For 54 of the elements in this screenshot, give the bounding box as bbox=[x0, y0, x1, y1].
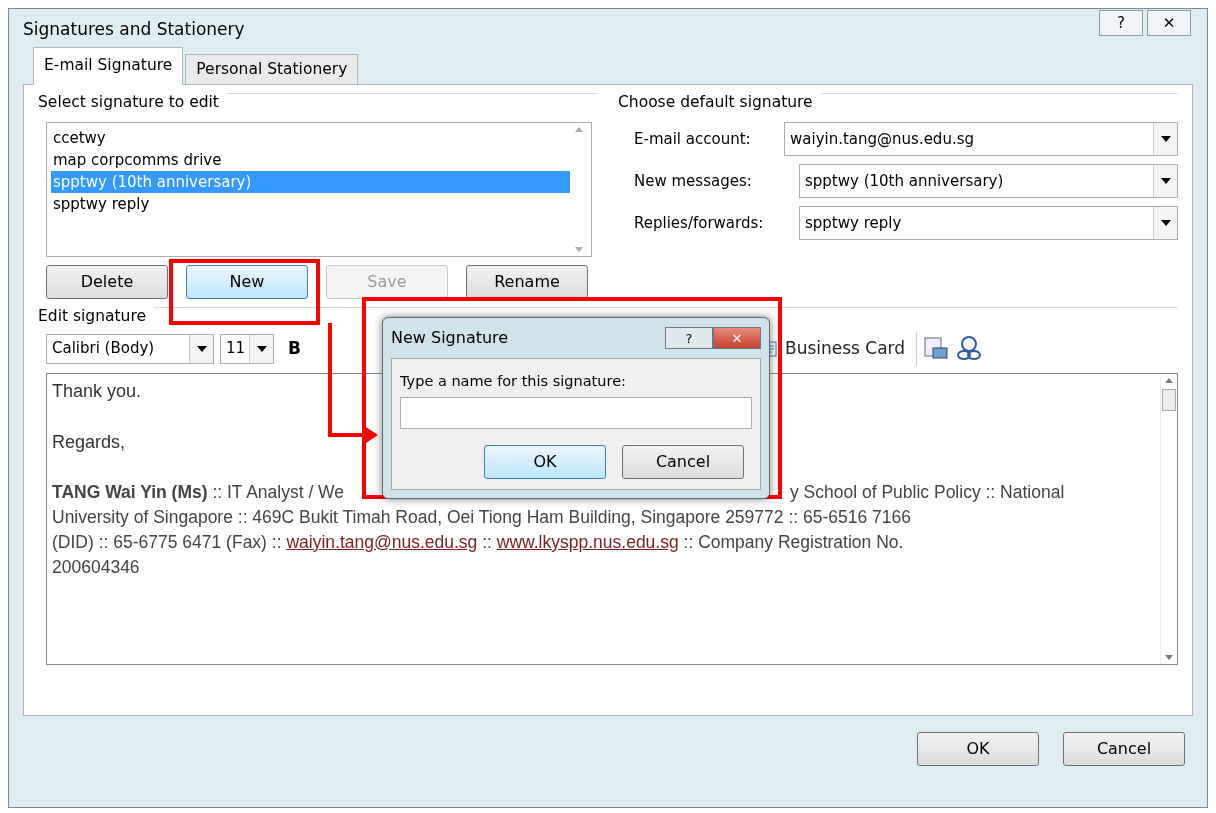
scroll-up-icon[interactable] bbox=[574, 127, 583, 133]
dialog-title: New Signature bbox=[391, 327, 510, 350]
account-dropdown[interactable]: waiyin.tang@nus.edu.sg bbox=[784, 122, 1178, 157]
section-heading: Choose default signature bbox=[618, 92, 813, 113]
field-label: Replies/forwards: bbox=[634, 213, 765, 234]
section-heading: Edit signature bbox=[38, 306, 146, 328]
scroll-down-icon[interactable] bbox=[574, 247, 583, 253]
caret-icon bbox=[1153, 207, 1177, 240]
caret-icon bbox=[189, 334, 213, 363]
signature-text: 200604346 bbox=[52, 555, 141, 579]
close-button[interactable]: ✕ bbox=[713, 327, 761, 350]
signature-button[interactable]: Rename bbox=[466, 265, 588, 300]
signature-text: y School of Public Policy :: National bbox=[790, 480, 1066, 504]
dialog-button[interactable]: Cancel bbox=[622, 445, 744, 479]
dialog-button[interactable]: Cancel bbox=[1063, 732, 1185, 766]
signature-button[interactable]: Delete bbox=[46, 265, 168, 300]
scroll-thumb[interactable] bbox=[1162, 388, 1176, 411]
dialog-button[interactable]: OK bbox=[484, 445, 606, 479]
close-button[interactable]: ✕ bbox=[1147, 10, 1191, 36]
account-dropdown[interactable]: spptwy (10th anniversary) bbox=[799, 164, 1178, 199]
field-label: E-mail account: bbox=[634, 129, 752, 150]
signature-text: University of Singapore :: 469C Bukit Timah Road, Oei Tiong Ham Building, Singapore 259772 :: 65-6516 7166 bbox=[52, 505, 912, 529]
greeting-text: Thank you. bbox=[52, 380, 142, 401]
window-title: Signatures and Stationery bbox=[23, 18, 246, 42]
bold-button[interactable]: B bbox=[288, 335, 301, 362]
email-link[interactable]: waiyin.tang@nus.edu.sg bbox=[286, 531, 478, 552]
signature-button[interactable]: New bbox=[186, 265, 308, 300]
closing-text: Regards, bbox=[52, 431, 126, 452]
signature-text: (DID) :: 65-6775 6471 (Fax) :: waiyin.tang@nus.edu.sg :: www.lkyspp.nus.edu.sg :: Company Registration No. bbox=[52, 530, 905, 554]
name-input-field[interactable] bbox=[400, 397, 752, 429]
prompt-label: Type a name for this signature: bbox=[400, 372, 627, 392]
section-heading: Select signature to edit bbox=[38, 92, 219, 113]
picture-icon[interactable] bbox=[923, 335, 950, 362]
signature-item[interactable]: spptwy reply bbox=[51, 193, 570, 216]
signature-list[interactable]: ccetwy map corpcomms drive spptwy (10th anniversary) spptwy reply bbox=[46, 122, 592, 258]
signature-item[interactable]: ccetwy bbox=[51, 127, 570, 150]
signature-text: TANG Wai Yin (Ms) :: IT Analyst / We bbox=[52, 480, 345, 504]
account-dropdown[interactable]: spptwy reply bbox=[799, 206, 1178, 241]
help-button[interactable]: ? bbox=[1099, 10, 1143, 36]
dialog-button[interactable]: OK bbox=[917, 732, 1039, 766]
caret-icon bbox=[1153, 123, 1177, 156]
field-label: New messages: bbox=[634, 171, 753, 192]
email-link[interactable]: www.lkyspp.nus.edu.sg bbox=[496, 531, 679, 552]
size-dropdown[interactable]: 11 bbox=[220, 333, 274, 364]
tab[interactable]: Personal Stationery bbox=[185, 53, 359, 84]
tab[interactable]: E-mail Signature bbox=[33, 46, 184, 85]
link-icon[interactable] bbox=[955, 334, 984, 363]
caret-icon bbox=[1153, 165, 1177, 198]
scroll-up-icon[interactable] bbox=[1165, 377, 1173, 383]
font-dropdown[interactable]: Calibri (Body) bbox=[46, 333, 214, 364]
help-button[interactable]: ? bbox=[665, 327, 713, 350]
scroll-down-icon[interactable] bbox=[1165, 654, 1173, 660]
signature-item[interactable]: map corpcomms drive bbox=[51, 149, 570, 172]
caret-icon bbox=[249, 334, 273, 363]
